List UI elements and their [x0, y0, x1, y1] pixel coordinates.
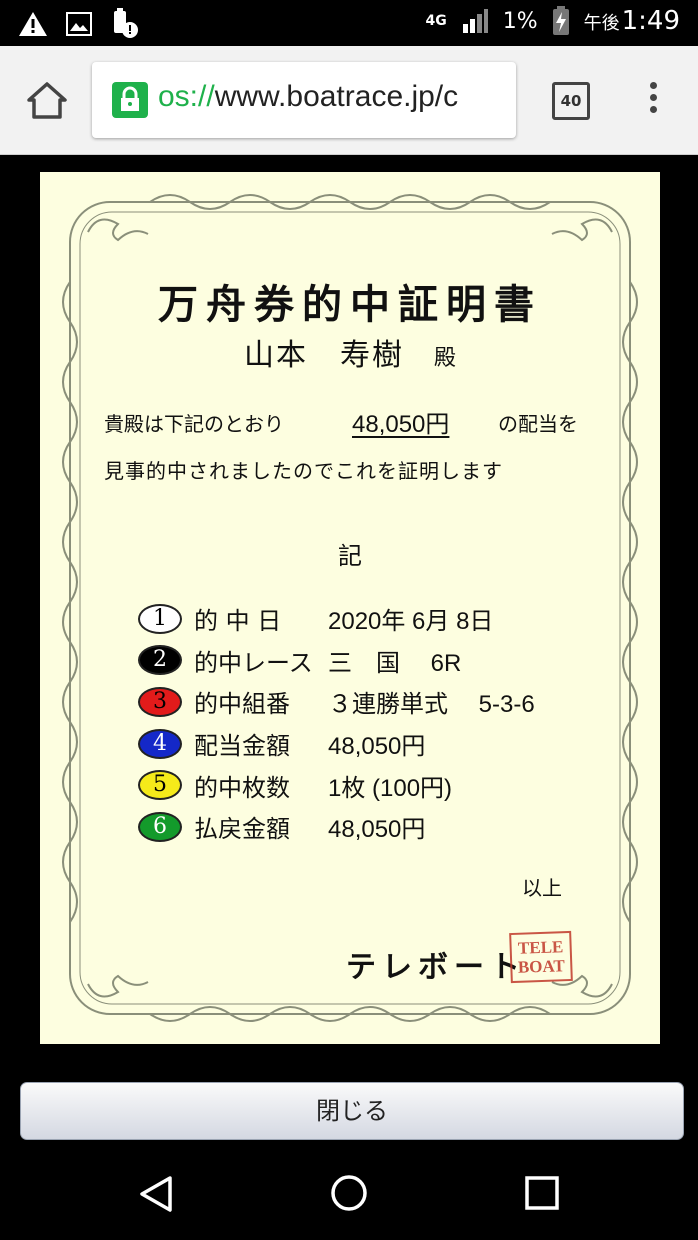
boat-number-2: 2: [138, 645, 182, 676]
browser-toolbar: os://www.boatrace.jp/c 40: [0, 46, 698, 155]
detail-value: 2020年 6月 8日: [328, 608, 494, 636]
teleboat-seal-stamp: TELE BOAT: [509, 930, 573, 984]
home-circle-icon[interactable]: [329, 1173, 369, 1213]
detail-label: 的中レース: [194, 648, 313, 677]
boat-number-6: 6: [138, 811, 182, 842]
statement-line1-start: 貴殿は下記のとおり: [104, 412, 284, 436]
detail-list: 1 的 中 日 2020年 6月 8日 2 的中レース 三 国 6R 3 的中組…: [138, 598, 535, 848]
clock-prefix: 午後: [583, 13, 620, 34]
detail-item-race: 2 的中レース 三 国 6R: [138, 640, 535, 682]
detail-item-tickets: 5 的中枚数 1枚 (100円): [138, 764, 535, 806]
recipient: 山本 寿樹 殿: [40, 330, 660, 374]
url-scheme: os://: [158, 80, 215, 113]
detail-label: 払戻金額: [194, 815, 290, 844]
recipient-honorific: 殿: [433, 346, 456, 371]
closing-text: 以上: [522, 876, 562, 900]
detail-value: 1枚 (100円): [328, 774, 453, 802]
detail-value: 48,050円: [328, 733, 426, 761]
certificate: 万舟券的中証明書 山本 寿樹 殿 貴殿は下記のとおり 48,050円 の配当を 見…: [40, 172, 660, 1044]
recipient-name: 山本 寿樹: [243, 338, 404, 373]
detail-value: 三 国 6R: [328, 649, 462, 677]
signal-icon: [462, 9, 488, 33]
issuer-name: テレボート: [346, 950, 526, 985]
detail-item-date: 1 的 中 日 2020年 6月 8日: [138, 598, 535, 640]
boat-number-3: 3: [138, 686, 182, 717]
close-button[interactable]: 閉じる: [20, 1082, 684, 1140]
boat-number-5: 5: [138, 770, 182, 801]
back-icon[interactable]: [138, 1174, 174, 1214]
stamp-line-1: TELE: [517, 937, 564, 958]
detail-item-payout: 4 配当金額 48,050円: [138, 723, 535, 765]
system-nav-bar: [0, 1150, 698, 1240]
detail-item-combination: 3 的中組番 ３連勝単式 5-3-6: [138, 681, 535, 723]
network-label: 4G: [425, 13, 447, 29]
charging-icon: [552, 6, 569, 35]
recents-icon[interactable]: [524, 1175, 560, 1211]
detail-label: 的中枚数: [194, 773, 290, 802]
statement-line1-end: の配当を: [498, 412, 578, 436]
detail-value: ３連勝単式 5-3-6: [328, 691, 535, 719]
status-bar: 4G 1% 午後1:49: [0, 0, 698, 46]
overflow-menu-icon[interactable]: [646, 82, 660, 118]
payout-amount: 48,050円: [352, 411, 450, 438]
detail-label: 的中組番: [194, 690, 290, 719]
clock-time: 1:49: [621, 6, 680, 36]
boat-number-1: 1: [138, 603, 182, 634]
stamp-line-2: BOAT: [517, 956, 566, 977]
detail-item-refund: 6 払戻金額 48,050円: [138, 806, 535, 848]
statement-line2: 見事的中されましたのでこれを証明します: [104, 459, 503, 483]
clock: 午後1:49: [584, 6, 680, 36]
home-icon[interactable]: [26, 80, 68, 120]
tab-switcher-button[interactable]: 40: [552, 82, 590, 120]
battery-alert-icon: [114, 8, 138, 38]
ki-heading: 記: [338, 542, 362, 570]
detail-label: 的 中 日: [194, 607, 282, 636]
boat-number-4: 4: [138, 728, 182, 759]
battery-percent: 1%: [502, 8, 538, 34]
lock-icon: [112, 82, 148, 118]
detail-label: 配当金額: [194, 732, 290, 761]
url-bar[interactable]: os://www.boatrace.jp/c: [92, 62, 516, 138]
image-icon: [66, 12, 92, 36]
url-host: www.boatrace.jp/c: [214, 80, 459, 113]
detail-value: 48,050円: [328, 816, 426, 844]
url-text[interactable]: os://www.boatrace.jp/c: [158, 80, 458, 114]
certificate-title: 万舟券的中証明書: [158, 281, 542, 328]
warning-icon: [19, 12, 47, 36]
